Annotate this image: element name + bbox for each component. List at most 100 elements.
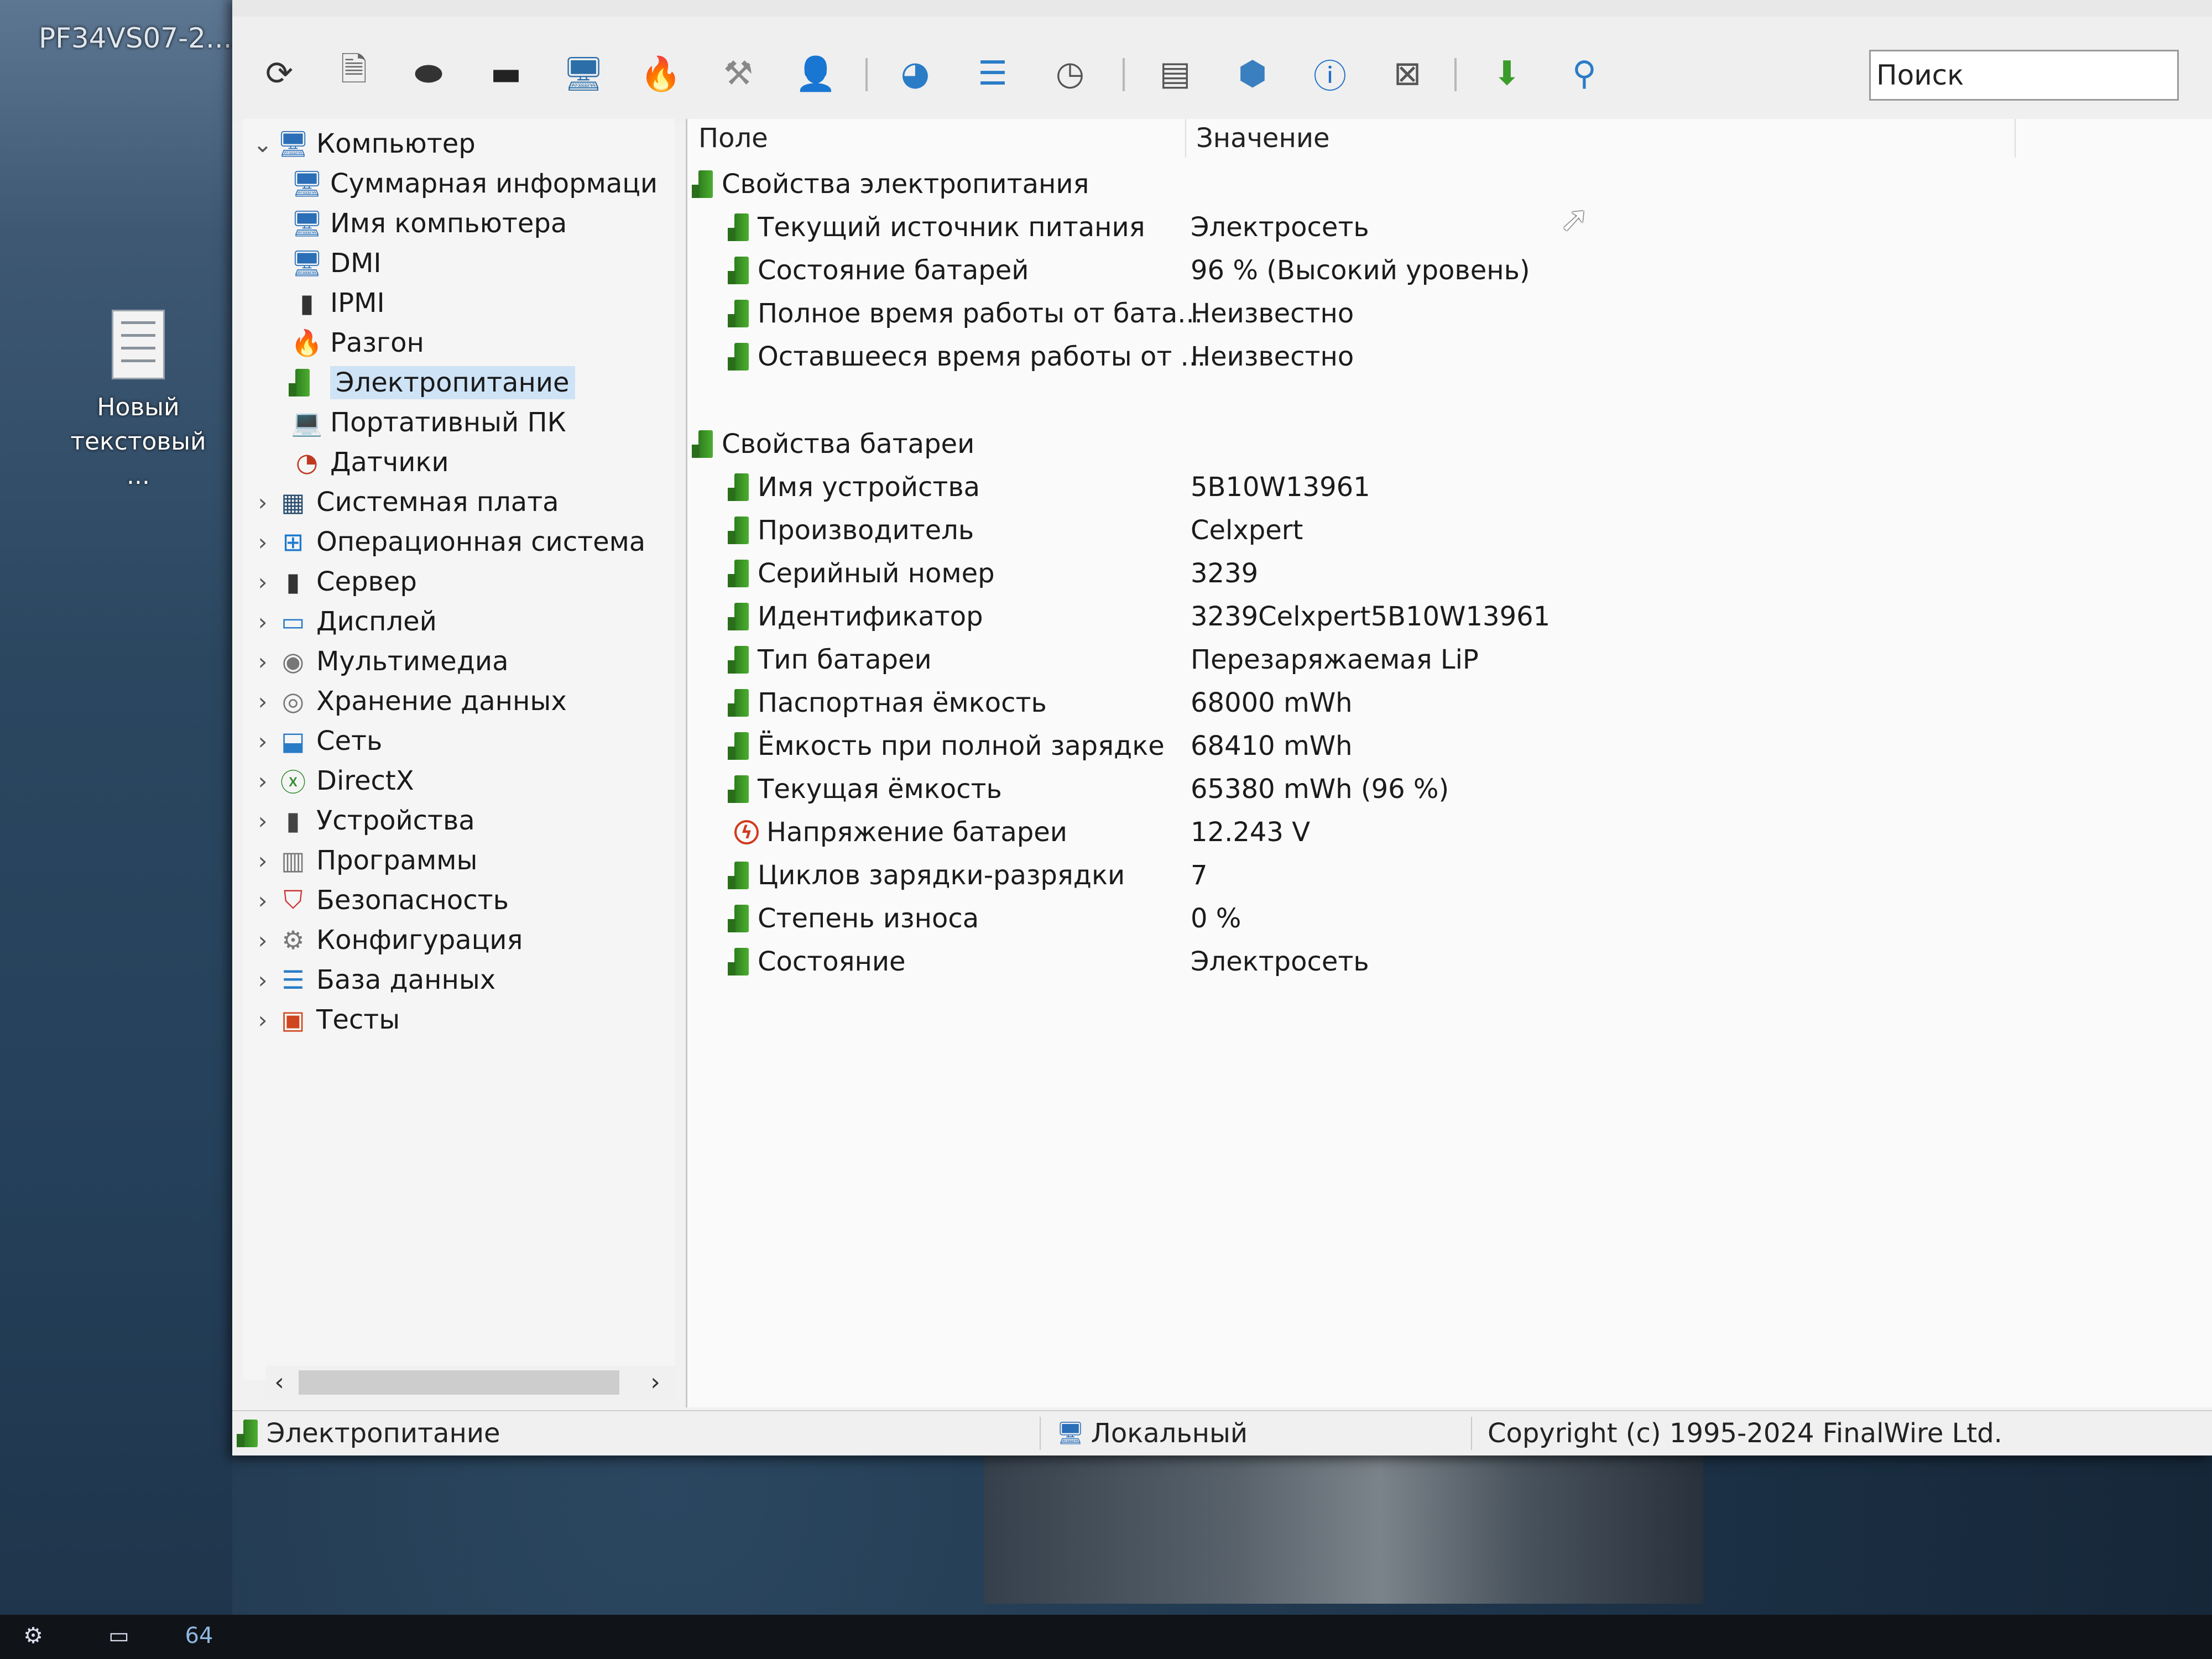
tree-section-devices[interactable]: › ▮ Устройства (249, 801, 475, 840)
list-item[interactable]: Паспортная ёмкость 68000 mWh (687, 682, 2212, 724)
chevron-right-icon[interactable]: › (249, 1006, 276, 1034)
tools-icon[interactable]: ⚒ (713, 49, 763, 98)
tree-item-label: Электропитание (330, 366, 575, 399)
tree-item-label: Тесты (316, 1004, 400, 1035)
chevron-right-icon[interactable]: › (249, 847, 276, 874)
scroll-right-icon[interactable]: › (641, 1366, 669, 1399)
scrollbar-thumb[interactable] (299, 1370, 619, 1395)
chevron-down-icon[interactable]: ⌄ (249, 131, 276, 158)
tree-item-laptop[interactable]: 💻 Портативный ПК (290, 403, 566, 442)
group-header[interactable]: Свойства батареи (687, 423, 2212, 465)
aida64-taskbar-icon[interactable]: 64 (177, 1619, 221, 1652)
list-item[interactable]: Оставшееся время работы от ... Неизвестн… (687, 336, 2212, 378)
desktop-shortcut-label[interactable]: PF34VS07-2... (39, 22, 232, 54)
tree-section-multimedia[interactable]: › ◉ Мультимедиа (249, 642, 509, 681)
list-item[interactable]: Полное время работы от бата... Неизвестн… (687, 293, 2212, 335)
status-current-page: Электропитание (237, 1411, 500, 1455)
list-item[interactable]: ϟ Напряжение батареи 12.243 V (687, 811, 2212, 853)
tree-section-display[interactable]: › ▭ Дисплей (249, 602, 437, 641)
group-header[interactable]: Свойства электропитания (687, 163, 2212, 205)
chevron-right-icon[interactable]: › (249, 688, 276, 715)
network-icon[interactable]: ⬢ (1228, 49, 1277, 98)
chevron-right-icon[interactable]: › (249, 608, 276, 635)
tree-section-storage[interactable]: › ◎ Хранение данных (249, 682, 567, 721)
chevron-right-icon[interactable]: › (249, 489, 276, 516)
list-item[interactable]: Текущий источник питания Электросеть (687, 206, 2212, 248)
search-input[interactable] (1869, 50, 2179, 101)
tree-section-os[interactable]: › ⊞ Операционная система (249, 523, 646, 561)
motherboard-icon[interactable]: ⬬ (404, 49, 453, 98)
tree-item-label: Конфигурация (316, 925, 523, 956)
list-item[interactable]: Циклов зарядки-разрядки 7 (687, 854, 2212, 896)
list-item[interactable]: Текущая ёмкость 65380 mWh (96 %) (687, 768, 2212, 810)
tree-section-motherboard[interactable]: › ▦ Системная плата (249, 483, 559, 521)
list-item[interactable]: Состояние Электросеть (687, 941, 2212, 983)
chevron-right-icon[interactable]: › (249, 768, 276, 795)
tree-horizontal-scrollbar[interactable]: ‹ › (265, 1366, 675, 1399)
chevron-right-icon[interactable]: › (249, 728, 276, 755)
list-item[interactable]: Тип батареи Перезаряжаемая LiP (687, 639, 2212, 681)
search-icon[interactable]: ⚲ (1559, 49, 1609, 98)
toolbar-separator (1454, 58, 1457, 91)
list-item[interactable]: Имя устройства 5B10W13961 (687, 466, 2212, 508)
computer-icon[interactable]: 🖥 (559, 49, 608, 98)
tree-item-summary[interactable]: 🖥 Суммарная информаци (290, 164, 658, 203)
tree-root-computer[interactable]: ⌄ 🖥 Компьютер (249, 124, 475, 163)
battery-icon (728, 257, 749, 284)
user-icon[interactable]: 👤 (791, 49, 841, 98)
tree-section-database[interactable]: › ☰ База данных (249, 961, 496, 999)
clock-icon[interactable]: ◷ (1045, 49, 1095, 98)
download-icon[interactable]: ⬇ (1482, 49, 1532, 98)
list-item[interactable]: Степень износа 0 % (687, 898, 2212, 940)
battery-icon (237, 1420, 258, 1447)
tree-section-server[interactable]: › ▮ Сервер (249, 562, 417, 601)
desktop-file-icon[interactable]: Новый текстовый ... (61, 310, 216, 493)
chevron-right-icon[interactable]: › (249, 568, 276, 596)
tree-item-label: Мультимедиа (316, 646, 509, 677)
memory-icon[interactable]: ▬ (481, 49, 531, 98)
tree-section-security[interactable]: › ⛉ Безопасность (249, 881, 509, 920)
tree-item-dmi[interactable]: 🖥 DMI (290, 244, 382, 283)
info-icon[interactable]: ⓘ (1305, 49, 1355, 98)
computer-icon: 🖥 (1056, 1421, 1084, 1446)
explorer-taskbar-icon[interactable]: ▭ (97, 1619, 141, 1652)
gear-icon[interactable]: ⚙ (11, 1619, 55, 1652)
tree-item-sensors[interactable]: ◔ Датчики (290, 443, 449, 482)
refresh-icon[interactable]: ⟳ (254, 49, 304, 98)
report-icon[interactable]: 🗎 (329, 49, 379, 98)
chevron-right-icon[interactable]: › (249, 967, 276, 994)
tree-item-power[interactable]: Электропитание (289, 363, 575, 402)
chevron-right-icon[interactable]: › (249, 648, 276, 675)
list-item[interactable]: Состояние батарей 96 % (Высокий уровень) (687, 249, 2212, 291)
chevron-right-icon[interactable]: › (249, 887, 276, 914)
pc-icon[interactable]: ⊠ (1383, 49, 1432, 98)
column-header-value[interactable]: Значение (1196, 119, 2016, 158)
tree-section-programs[interactable]: › ▥ Программы (249, 841, 478, 880)
chevron-right-icon[interactable]: › (249, 927, 276, 954)
list-item[interactable]: Ёмкость при полной зарядке 68410 mWh (687, 725, 2212, 767)
list-item[interactable]: Серийный номер 3239 (687, 552, 2212, 594)
tree-section-config[interactable]: › ⚙ Конфигурация (249, 921, 523, 959)
chevron-right-icon[interactable]: › (249, 807, 276, 834)
navigation-tree: ⌄ 🖥 Компьютер 🖥 Суммарная информаци 🖥 Им… (243, 119, 675, 1380)
tree-item-computer-name[interactable]: 🖥 Имя компьютера (290, 204, 567, 243)
tree-section-directx[interactable]: › ⓧ DirectX (249, 761, 414, 800)
field-value: Электросеть (1191, 946, 1369, 977)
tree-section-tests[interactable]: › ▣ Тесты (249, 1000, 400, 1039)
list-item[interactable]: Производитель Celxpert (687, 509, 2212, 551)
tree-item-overclock[interactable]: 🔥 Разгон (290, 324, 424, 362)
field-value: 0 % (1191, 903, 1241, 934)
flame-icon[interactable]: 🔥 (636, 49, 686, 98)
globe-icon[interactable]: ◕ (890, 49, 940, 98)
tree-item-ipmi[interactable]: ▮ IPMI (290, 284, 384, 322)
field-value: 3239Celxpert5B10W13961 (1191, 601, 1551, 632)
list-item[interactable]: Идентификатор 3239Celxpert5B10W13961 (687, 596, 2212, 638)
chevron-right-icon[interactable]: › (249, 529, 276, 556)
scroll-left-icon[interactable]: ‹ (265, 1366, 293, 1399)
tree-item-label: Системная плата (316, 487, 559, 518)
xbox-icon: ⓧ (280, 768, 306, 797)
database-icon[interactable]: ☰ (968, 49, 1018, 98)
column-header-field[interactable]: Поле (698, 119, 1186, 158)
tree-section-network[interactable]: › ⬓ Сеть (249, 722, 383, 760)
monitor-icon[interactable]: ▤ (1150, 49, 1200, 98)
